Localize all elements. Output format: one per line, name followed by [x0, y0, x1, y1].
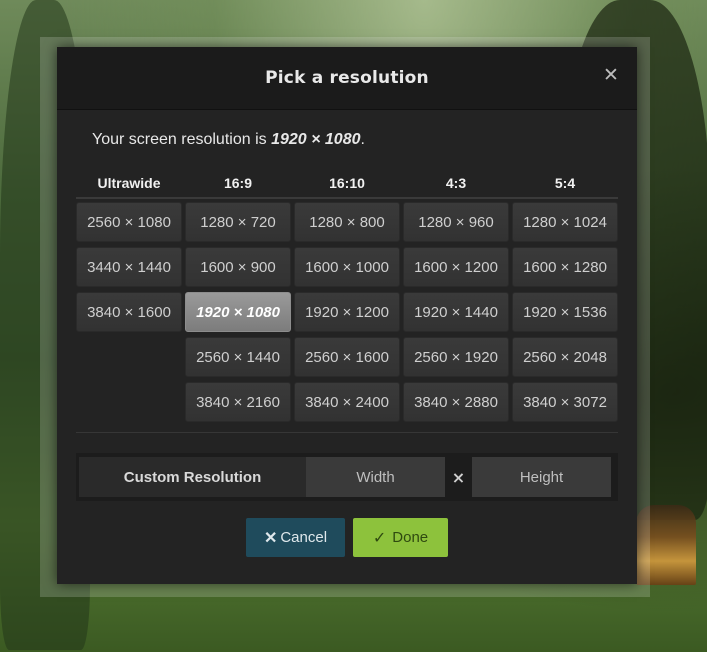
resolution-option[interactable]: 1920 × 1200 — [294, 292, 400, 332]
column-header: 4:3 — [445, 175, 467, 191]
resolution-option[interactable]: 1600 × 900 — [185, 247, 291, 287]
close-icon[interactable]: ✕ — [602, 66, 620, 85]
dialog-actions: ✕ Cancel ✓ Done — [246, 518, 448, 557]
resolution-column: 2560 × 1080 3440 × 1440 3840 × 1600 — [76, 202, 182, 422]
resolution-option[interactable]: 2560 × 1920 — [403, 337, 509, 377]
check-icon: ✓ — [372, 529, 387, 547]
screen-resolution-value: 1920 × 1080 — [271, 131, 361, 148]
resolution-option[interactable]: 1920 × 1536 — [512, 292, 618, 332]
done-button[interactable]: ✓ Done — [353, 518, 448, 557]
resolution-columns: 2560 × 1080 3440 × 1440 3840 × 1600 1280 × … — [76, 202, 618, 422]
height-input[interactable] — [472, 457, 611, 497]
dialog-header: Pick a resolution ✕ — [57, 47, 637, 110]
done-button-label: Done — [392, 529, 429, 546]
custom-resolution-row: Custom Resolution × — [76, 453, 618, 501]
resolution-option[interactable]: 1280 × 1024 — [512, 202, 618, 242]
resolution-dialog: Pick a resolution ✕ Your screen resoluti… — [57, 47, 637, 584]
resolution-grid: Ultrawide 16:9 16:10 4:3 5:4 2560 × 1080 3440… — [76, 169, 618, 422]
screen-resolution-prefix: Your screen resolution is — [92, 131, 272, 148]
custom-resolution-label: Custom Resolution — [79, 457, 306, 497]
column-header: Ultrawide — [97, 175, 161, 191]
resolution-option[interactable]: 1600 × 1200 — [403, 247, 509, 287]
resolution-option[interactable]: 1280 × 720 — [185, 202, 291, 242]
dialog-title: Pick a resolution — [265, 68, 429, 88]
divider — [76, 432, 618, 433]
screen-resolution-text: Your screen resolution is 1920 × 1080. — [92, 131, 365, 149]
resolution-option[interactable]: 3840 × 1600 — [76, 292, 182, 332]
column-header: 16:10 — [329, 175, 365, 191]
resolution-option[interactable]: 2560 × 1080 — [76, 202, 182, 242]
resolution-column: 1280 × 720 1600 × 900 1920 × 1080 2560 × 14… — [185, 202, 291, 422]
cancel-button[interactable]: ✕ Cancel — [246, 518, 345, 557]
resolution-option[interactable]: 2560 × 1440 — [185, 337, 291, 377]
resolution-option[interactable]: 2560 × 1600 — [294, 337, 400, 377]
resolution-column: 1280 × 960 1600 × 1200 1920 × 1440 2560 × 1… — [403, 202, 509, 422]
resolution-option[interactable]: 1280 × 960 — [403, 202, 509, 242]
cancel-button-label: Cancel — [280, 529, 328, 546]
resolution-option[interactable]: 3840 × 3072 — [512, 382, 618, 422]
screen-resolution-suffix: . — [360, 131, 365, 148]
resolution-option[interactable]: 1280 × 800 — [294, 202, 400, 242]
times-separator: × — [451, 467, 466, 487]
column-header: 5:4 — [554, 175, 576, 191]
resolution-option[interactable]: 3840 × 2400 — [294, 382, 400, 422]
resolution-option[interactable]: 3840 × 2160 — [185, 382, 291, 422]
resolution-column: 1280 × 800 1600 × 1000 1920 × 1200 2560 × 1… — [294, 202, 400, 422]
x-icon: ✕ — [263, 529, 278, 547]
resolution-option[interactable]: 3840 × 2880 — [403, 382, 509, 422]
resolution-option[interactable]: 3440 × 1440 — [76, 247, 182, 287]
resolution-option[interactable]: 1600 × 1280 — [512, 247, 618, 287]
column-headers: Ultrawide 16:9 16:10 4:3 5:4 — [76, 169, 618, 199]
resolution-column: 1280 × 1024 1600 × 1280 1920 × 1536 2560 × … — [512, 202, 618, 422]
resolution-option[interactable]: 1600 × 1000 — [294, 247, 400, 287]
resolution-option-selected[interactable]: 1920 × 1080 — [185, 292, 291, 332]
column-header: 16:9 — [223, 175, 253, 191]
width-input[interactable] — [306, 457, 445, 497]
resolution-option[interactable]: 1920 × 1440 — [403, 292, 509, 332]
resolution-option[interactable]: 2560 × 2048 — [512, 337, 618, 377]
